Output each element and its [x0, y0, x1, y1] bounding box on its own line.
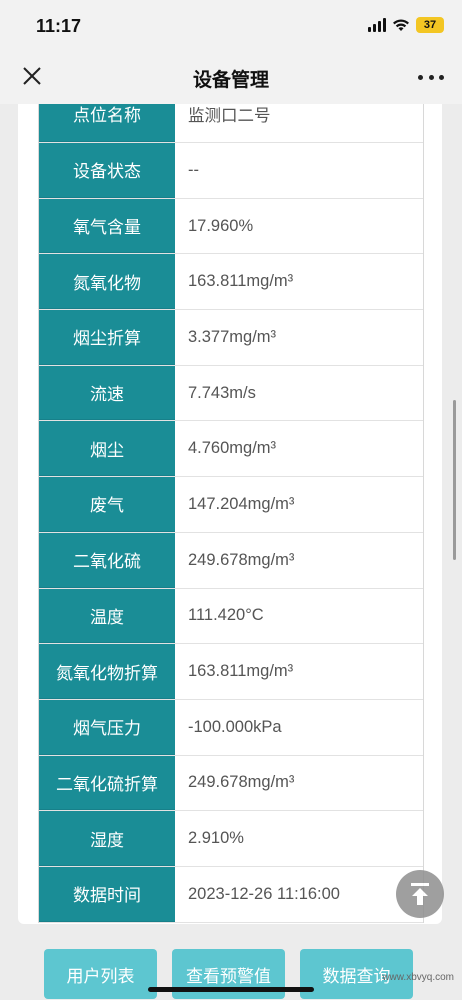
table-row: 二氧化硫折算 249.678mg/m³ — [39, 755, 423, 812]
row-value: 7.743m/s — [175, 365, 423, 421]
scrollbar[interactable] — [453, 400, 456, 560]
row-label: 氧气含量 — [39, 198, 175, 254]
content-area[interactable]: 点位名称 监测口二号 设备状态 -- 氧气含量 17.960% 氮氧化物 163.811mg/… — [0, 104, 462, 1000]
more-dot-icon — [418, 74, 423, 80]
table-row: 设备状态 -- — [39, 143, 423, 199]
table-row: 数据时间 2023-12-26 11:16:00 — [39, 866, 423, 923]
status-icons: 37 — [368, 17, 444, 33]
table-row: 二氧化硫 249.678mg/m³ — [39, 532, 423, 589]
row-label: 温度 — [39, 588, 175, 644]
row-value: 249.678mg/m³ — [175, 532, 423, 588]
table-row: 烟尘折算 3.377mg/m³ — [39, 310, 423, 366]
cellular-signal-icon — [368, 18, 386, 32]
battery-level: 37 — [423, 19, 437, 31]
row-value: 3.377mg/m³ — [175, 310, 423, 365]
table-row: 氮氧化物 163.811mg/m³ — [39, 254, 423, 311]
site-watermark: www.xbvyq.com — [382, 972, 454, 983]
device-data-table: 点位名称 监测口二号 设备状态 -- 氧气含量 17.960% 氮氧化物 163.811mg/… — [38, 104, 424, 923]
row-value: 249.678mg/m³ — [175, 755, 423, 811]
more-dot-icon — [439, 74, 444, 80]
row-label: 二氧化硫 — [39, 532, 175, 588]
row-value: 163.811mg/m³ — [175, 254, 423, 310]
row-label: 流速 — [39, 365, 175, 421]
table-row: 烟气压力 -100.000kPa — [39, 699, 423, 756]
more-options-button[interactable] — [418, 67, 444, 87]
wifi-icon — [393, 19, 409, 31]
row-label: 烟尘 — [39, 421, 175, 477]
table-row: 点位名称 监测口二号 — [39, 104, 423, 143]
row-label: 废气 — [39, 477, 175, 532]
nav-bar: 设备管理 — [0, 50, 462, 104]
row-label: 二氧化硫折算 — [39, 755, 175, 811]
status-bar: 11:17 37 — [0, 0, 462, 50]
battery-icon: 37 — [416, 17, 444, 33]
table-row: 烟尘 4.760mg/m³ — [39, 421, 423, 478]
row-label: 设备状态 — [39, 143, 175, 198]
more-dot-icon — [428, 74, 434, 80]
row-value: 163.811mg/m³ — [175, 644, 423, 699]
row-label: 湿度 — [39, 811, 175, 866]
row-label: 数据时间 — [39, 866, 175, 922]
row-value: 2023-12-26 11:16:00 — [175, 866, 423, 922]
table-row: 温度 111.420°C — [39, 588, 423, 645]
row-value: 4.760mg/m³ — [175, 421, 423, 477]
row-label: 氮氧化物 — [39, 254, 175, 310]
page-title: 设备管理 — [192, 69, 269, 91]
table-row: 湿度 2.910% — [39, 811, 423, 867]
row-value: -- — [175, 143, 423, 198]
status-time: 11:17 — [36, 16, 82, 36]
user-list-button[interactable]: 用户列表 — [44, 949, 157, 999]
table-row: 氧气含量 17.960% — [39, 198, 423, 255]
row-label: 烟气压力 — [39, 699, 175, 755]
row-value: 17.960% — [175, 198, 423, 254]
row-label: 点位名称 — [39, 104, 175, 142]
scroll-to-top-button[interactable] — [396, 870, 444, 918]
table-row: 流速 7.743m/s — [39, 365, 423, 422]
table-row: 氮氧化物折算 163.811mg/m³ — [39, 644, 423, 700]
row-value: 监测口二号 — [175, 104, 423, 142]
row-value: 147.204mg/m³ — [175, 477, 423, 532]
row-value: 111.420°C — [175, 588, 423, 644]
row-value: -100.000kPa — [175, 699, 423, 755]
row-label: 烟尘折算 — [39, 310, 175, 365]
arrow-up-icon — [411, 883, 429, 905]
table-row: 废气 147.204mg/m³ — [39, 477, 423, 533]
home-indicator[interactable] — [148, 987, 314, 992]
row-label: 氮氧化物折算 — [39, 644, 175, 699]
row-value: 2.910% — [175, 811, 423, 866]
